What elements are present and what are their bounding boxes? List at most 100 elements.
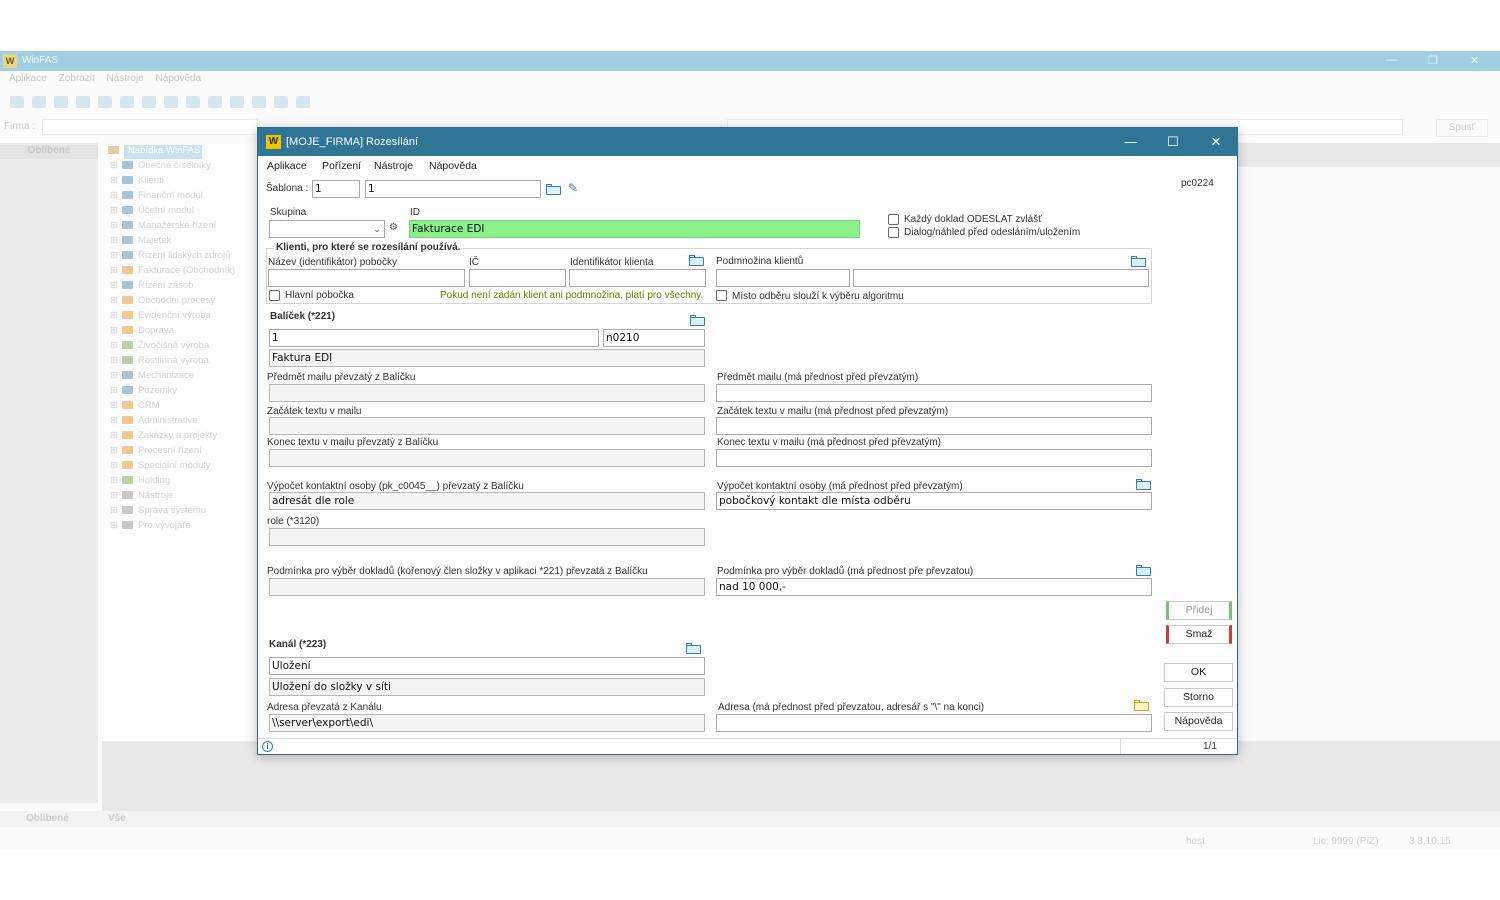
toolbar-icon[interactable] <box>142 96 156 108</box>
toolbar-icon[interactable] <box>186 96 200 108</box>
menu-zobrazit[interactable]: Zobrazit <box>59 73 95 84</box>
zacatek-right-input[interactable] <box>716 417 1152 435</box>
tree-item[interactable]: ⊞ Obecné číselníky <box>110 160 211 174</box>
gear-icon[interactable] <box>252 96 266 108</box>
expand-icon[interactable]: ⊞ <box>110 310 118 321</box>
expand-icon[interactable]: ⊞ <box>110 235 118 246</box>
vypocet-right-input[interactable]: pobočkový kontakt dle místa odběru <box>716 492 1152 510</box>
open-folder-icon[interactable] <box>689 254 705 266</box>
nazev-pobocky-input[interactable] <box>268 269 465 287</box>
open-folder-icon[interactable] <box>1131 255 1147 267</box>
tree-item[interactable]: ⊞ CRM <box>110 400 160 414</box>
toolbar-icon[interactable] <box>230 96 244 108</box>
open-folder-icon[interactable] <box>546 183 562 195</box>
refresh-icon[interactable] <box>120 96 134 108</box>
sablona-name-input[interactable]: 1 <box>365 180 541 198</box>
identifikator-input[interactable] <box>569 269 706 287</box>
tree-item[interactable]: ⊞ Finanční modul <box>110 190 203 204</box>
konec-right-input[interactable] <box>716 449 1152 467</box>
tree-root[interactable]: Nabídka WinFAS <box>108 145 200 159</box>
kanal-input[interactable]: Uložení <box>269 657 705 675</box>
expand-icon[interactable]: ⊞ <box>110 460 118 471</box>
tree-item[interactable]: ⊞ Doprava <box>110 325 174 339</box>
tree-item[interactable]: ⊞ Administrativa <box>110 415 198 429</box>
restore-icon[interactable]: ❐ <box>1428 54 1438 67</box>
expand-icon[interactable]: ⊞ <box>110 400 118 411</box>
menu-napoveda[interactable]: Nápověda <box>156 73 202 84</box>
menu-nastroje[interactable]: Nástroje <box>374 160 413 172</box>
storno-button[interactable]: Storno <box>1164 688 1233 707</box>
expand-icon[interactable]: ⊞ <box>110 280 118 291</box>
expand-icon[interactable]: ⊞ <box>110 220 118 231</box>
predmet-right-input[interactable] <box>716 384 1152 402</box>
tree-item[interactable]: ⊞ Manažerské řízení <box>110 220 216 234</box>
expand-icon[interactable]: ⊞ <box>110 385 118 396</box>
minimize-icon[interactable]: — <box>1386 54 1397 66</box>
tree-item[interactable]: ⊞ Evidenční výroba <box>110 310 211 324</box>
expand-icon[interactable]: ⊞ <box>110 265 118 276</box>
toolbar-icon[interactable] <box>274 96 288 108</box>
odeslat-checkbox[interactable] <box>888 214 899 225</box>
close-icon[interactable]: ✕ <box>1201 132 1231 152</box>
expand-icon[interactable]: ⊞ <box>110 160 118 171</box>
tree-item[interactable]: ⊞ Procesní řízení <box>110 445 202 459</box>
close-icon[interactable]: ✕ <box>1470 54 1479 67</box>
tree-item[interactable]: ⊞ Majetek <box>110 235 171 249</box>
tree-item[interactable]: ⊞ Správa systému <box>110 505 206 519</box>
tree-item[interactable]: ⊞ Obchodní procesy <box>110 295 215 309</box>
open-folder-icon[interactable] <box>1136 564 1152 576</box>
tab-oblibene[interactable]: Oblíbené <box>26 813 69 824</box>
menu-nastroje[interactable]: Nástroje <box>107 73 144 84</box>
tree-item[interactable]: ⊞ Mechanizace <box>110 370 194 384</box>
skupina-select[interactable] <box>269 220 385 238</box>
tree-item[interactable]: ⊞ Zakázky a projekty <box>110 430 217 444</box>
dialog-nahled-checkbox[interactable] <box>888 227 899 238</box>
expand-icon[interactable]: ⊞ <box>110 430 118 441</box>
tree-item[interactable]: ⊞ Speciální moduly <box>110 460 210 474</box>
id-input[interactable]: Fakturace EDI <box>409 220 860 238</box>
balicek-input[interactable]: 1 <box>269 329 599 347</box>
firma-input[interactable] <box>42 119 258 135</box>
tree-item[interactable]: ⊞ Řízení zásob <box>110 280 193 294</box>
expand-icon[interactable]: ⊞ <box>110 370 118 381</box>
podmnozina-code-input[interactable] <box>716 269 850 287</box>
back-icon[interactable] <box>76 96 90 108</box>
toolbar-icon[interactable] <box>164 96 178 108</box>
pridej-button[interactable]: Přidej <box>1166 601 1232 620</box>
expand-icon[interactable]: ⊞ <box>110 355 118 366</box>
minimize-icon[interactable]: — <box>1116 132 1146 152</box>
sablona-number-input[interactable]: 1 <box>312 180 360 198</box>
hlavni-pobocka-checkbox[interactable] <box>269 290 280 301</box>
tree-item[interactable]: ⊞ Pro vývojáře <box>110 520 191 534</box>
options-icon[interactable]: ⚙ <box>389 222 398 233</box>
toolbar-icon[interactable] <box>54 96 68 108</box>
tree-item[interactable]: ⊞ Pozemky <box>110 385 177 399</box>
expand-icon[interactable]: ⊞ <box>110 415 118 426</box>
expand-icon[interactable]: ⊞ <box>110 340 118 351</box>
expand-icon[interactable]: ⊞ <box>110 445 118 456</box>
tree-item[interactable]: ⊞ Klienti <box>110 175 164 189</box>
expand-icon[interactable]: ⊞ <box>110 325 118 336</box>
expand-icon[interactable]: ⊞ <box>110 475 118 486</box>
menu-napoveda[interactable]: Nápověda <box>429 160 477 172</box>
toolbar-icon[interactable] <box>10 96 24 108</box>
tree-item[interactable]: ⊞ Živočišná výroba <box>110 340 209 354</box>
chevron-down-icon[interactable]: ⌄ <box>370 221 384 237</box>
expand-icon[interactable]: ⊞ <box>110 295 118 306</box>
info-icon[interactable]: i <box>262 741 273 752</box>
open-folder-icon[interactable] <box>1136 478 1152 490</box>
adresa-right-input[interactable] <box>716 714 1152 732</box>
open-folder-icon[interactable] <box>1134 699 1150 711</box>
misto-odberu-checkbox[interactable] <box>716 290 727 301</box>
smaz-button[interactable]: Smaž <box>1166 625 1232 644</box>
tree-item[interactable]: ⊞ Řízení lidských zdrojů <box>110 250 230 264</box>
maximize-icon[interactable]: ☐ <box>1158 132 1188 152</box>
tree-item[interactable]: ⊞ Holding <box>110 475 170 489</box>
expand-icon[interactable]: ⊞ <box>110 250 118 261</box>
open-folder-icon[interactable] <box>690 314 706 326</box>
balicek-code-input[interactable]: n0210 <box>603 329 705 347</box>
edit-pencil-icon[interactable]: ✎ <box>568 181 578 195</box>
tab-vse[interactable]: Vše <box>108 813 126 824</box>
podminka-right-input[interactable]: nad 10 000,- <box>716 578 1152 596</box>
ok-button[interactable]: OK <box>1164 663 1233 682</box>
